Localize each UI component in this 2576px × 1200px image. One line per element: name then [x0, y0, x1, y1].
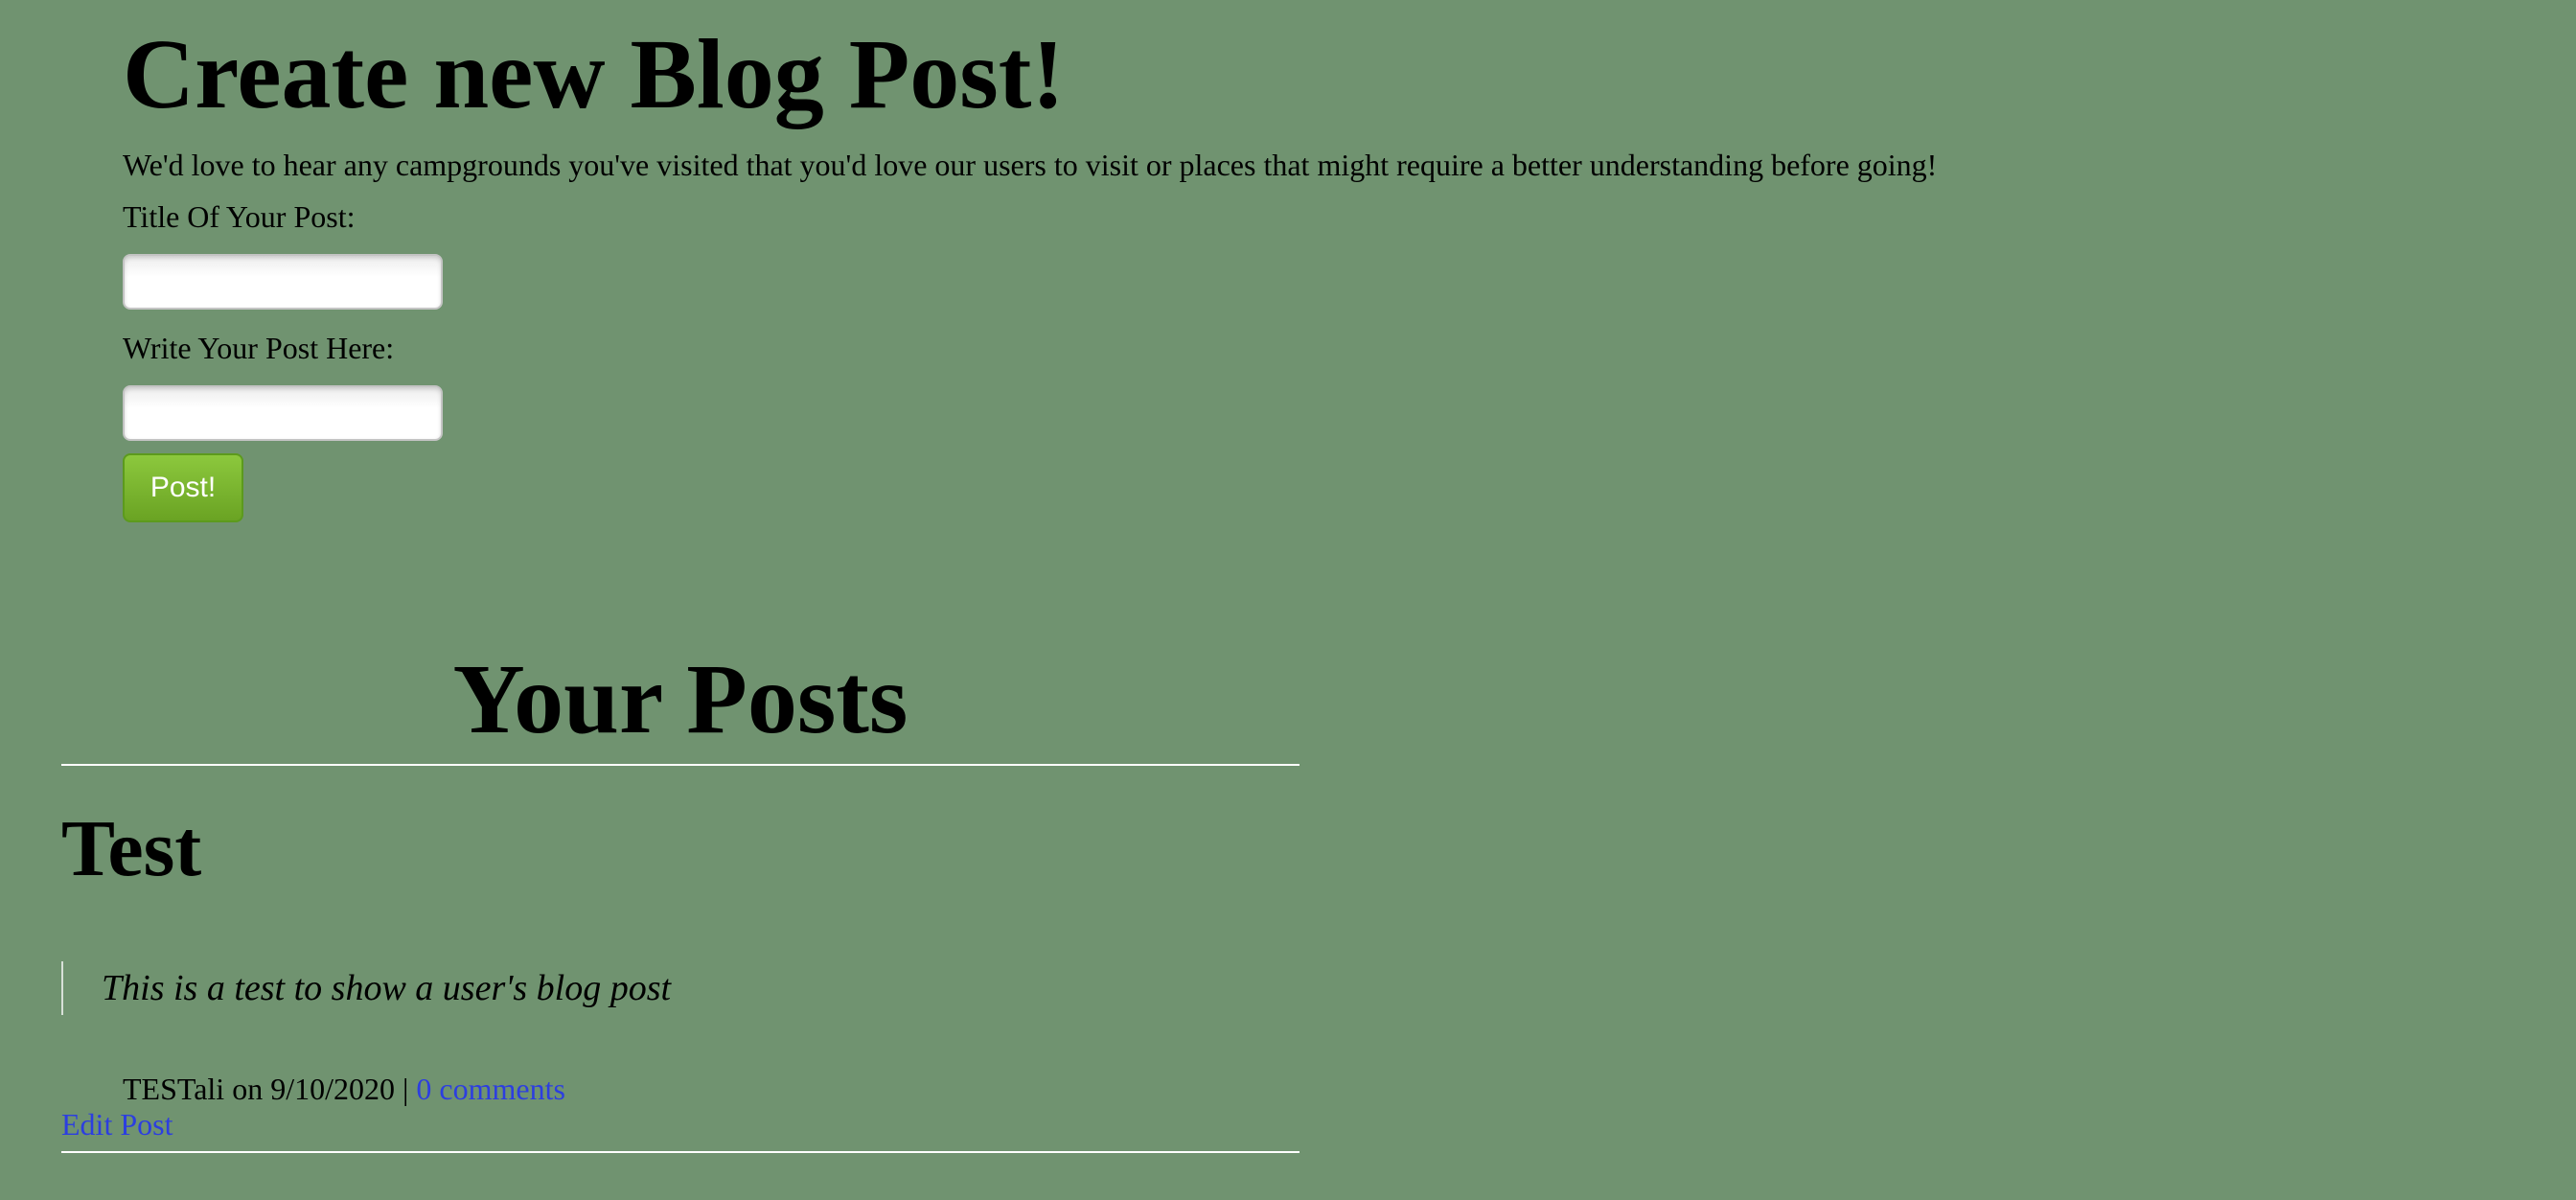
blog-post-meta: TESTali on 9/10/2020 | 0 comments [123, 1070, 565, 1108]
divider-bottom [61, 1151, 1300, 1153]
edit-post-link[interactable]: Edit Post [61, 1105, 172, 1143]
blog-post-title: Test [61, 804, 202, 893]
intro-text: We'd love to hear any campgrounds you've… [123, 148, 1938, 182]
page: Create new Blog Post! We'd love to hear … [0, 0, 2576, 1200]
your-posts-title: Your Posts [452, 644, 908, 754]
post-title-label: Title Of Your Post: [123, 199, 356, 234]
post-body-label: Write Your Post Here: [123, 331, 395, 365]
blog-post-body: This is a test to show a user's blog pos… [61, 961, 671, 1015]
comments-link[interactable]: 0 comments [416, 1072, 565, 1106]
post-body-input[interactable] [123, 385, 443, 441]
blog-post-author-date: TESTali on 9/10/2020 | [123, 1072, 417, 1106]
divider-top [61, 764, 1300, 766]
post-title-input[interactable] [123, 254, 443, 310]
post-button[interactable]: Post! [123, 453, 243, 522]
page-title: Create new Blog Post! [123, 19, 1065, 129]
